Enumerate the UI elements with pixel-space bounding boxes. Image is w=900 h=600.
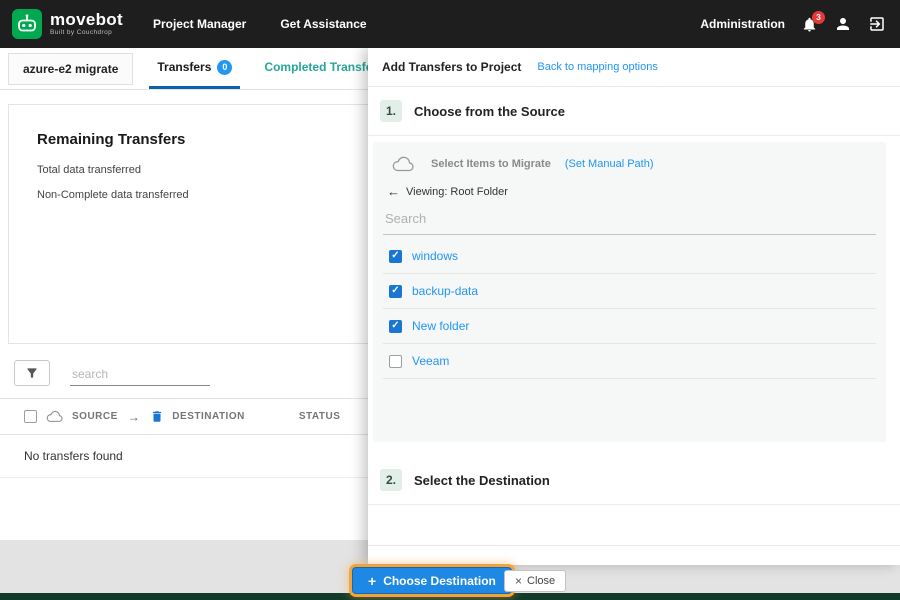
items-search-input[interactable]: [383, 201, 876, 235]
close-label: Close: [527, 575, 556, 587]
back-to-mapping-link[interactable]: Back to mapping options: [537, 61, 657, 73]
list-item[interactable]: backup-data: [383, 274, 876, 309]
source-cloud-icon: [46, 411, 63, 422]
list-item[interactable]: windows: [383, 239, 876, 274]
person-icon: [837, 18, 849, 30]
source-picker-card: Select Items to Migrate (Set Manual Path…: [373, 142, 886, 442]
notifications-button[interactable]: 3: [801, 10, 825, 33]
item-checkbox[interactable]: [389, 249, 402, 263]
logout-button[interactable]: [868, 15, 886, 33]
choose-destination-label: Choose Destination: [383, 573, 496, 588]
select-items-label: Select Items to Migrate: [431, 158, 551, 170]
tab-completed-label: Completed Transfers: [264, 60, 384, 74]
footer-bar: [0, 593, 900, 600]
funnel-icon: [27, 368, 37, 378]
select-all-checkbox[interactable]: [24, 410, 37, 423]
filter-button[interactable]: [14, 360, 50, 386]
close-panel-button[interactable]: × Close: [504, 570, 567, 592]
table-filter-row: [14, 360, 210, 386]
movebot-robot-icon: [12, 9, 42, 39]
source-picker-header: Select Items to Migrate (Set Manual Path…: [383, 154, 876, 174]
list-item[interactable]: Veeam: [383, 344, 876, 379]
destination-bucket-icon: [153, 411, 162, 422]
step2-number-badge: 2.: [380, 469, 402, 491]
item-checkbox[interactable]: [389, 354, 402, 368]
tab-transfers-label: Transfers: [157, 60, 212, 74]
choose-destination-button[interactable]: + Choose Destination: [352, 567, 512, 594]
brand-tagline: Built by Couchdrop: [50, 29, 113, 37]
panel-title: Add Transfers to Project: [382, 60, 522, 74]
col-source: SOURCE: [72, 411, 118, 422]
nav-project-manager[interactable]: Project Manager: [153, 17, 246, 31]
set-manual-path-link[interactable]: (Set Manual Path): [565, 158, 654, 170]
top-navigation-bar: movebot Built by Couchdrop Project Manag…: [0, 0, 900, 48]
item-checkbox[interactable]: [389, 319, 402, 333]
tab-transfers[interactable]: Transfers 0: [149, 48, 241, 89]
account-button[interactable]: [834, 15, 852, 33]
arrow-right-icon: →: [127, 409, 141, 424]
col-status: STATUS: [298, 411, 341, 422]
viewing-label: Viewing: Root Folder: [406, 185, 508, 198]
col-destination: DESTINATION: [172, 411, 245, 422]
step1-number-badge: 1.: [380, 100, 402, 122]
notification-badge: 3: [812, 10, 825, 24]
logout-icon: [870, 17, 884, 31]
item-label[interactable]: backup-data: [412, 284, 478, 298]
close-icon: ×: [515, 574, 523, 588]
item-label[interactable]: windows: [412, 249, 458, 263]
nav-get-assistance[interactable]: Get Assistance: [280, 17, 366, 31]
source-items-list: windows backup-data New folder Veeam: [383, 239, 876, 379]
back-arrow-icon: ←: [387, 184, 400, 199]
panel-header: Add Transfers to Project Back to mapping…: [368, 48, 900, 87]
add-transfers-panel: Add Transfers to Project Back to mapping…: [368, 48, 900, 565]
source-cloud-icon: [392, 156, 414, 172]
nav-administration[interactable]: Administration: [700, 17, 785, 31]
plus-icon: +: [368, 572, 377, 589]
folder-back-control[interactable]: ← Viewing: Root Folder: [387, 184, 874, 199]
step1-title: Choose from the Source: [414, 103, 565, 119]
step2-header: 2. Select the Destination: [368, 456, 900, 505]
top-nav: Project Manager Get Assistance: [153, 17, 367, 31]
transfers-search-input[interactable]: [70, 363, 210, 386]
tab-project-name[interactable]: azure-e2 migrate: [8, 52, 134, 85]
item-label[interactable]: Veeam: [412, 354, 449, 368]
movebot-logo[interactable]: movebot Built by Couchdrop: [12, 9, 123, 39]
transfers-count-badge: 0: [217, 59, 233, 75]
brand-name: movebot: [50, 10, 123, 30]
step1-header: 1. Choose from the Source: [368, 87, 900, 136]
list-item[interactable]: New folder: [383, 309, 876, 344]
item-checkbox[interactable]: [389, 284, 402, 298]
step2-title: Select the Destination: [414, 472, 550, 488]
item-label[interactable]: New folder: [412, 319, 469, 333]
topbar-right-actions: Administration 3: [700, 10, 886, 33]
panel-footer-divider: [368, 545, 900, 565]
